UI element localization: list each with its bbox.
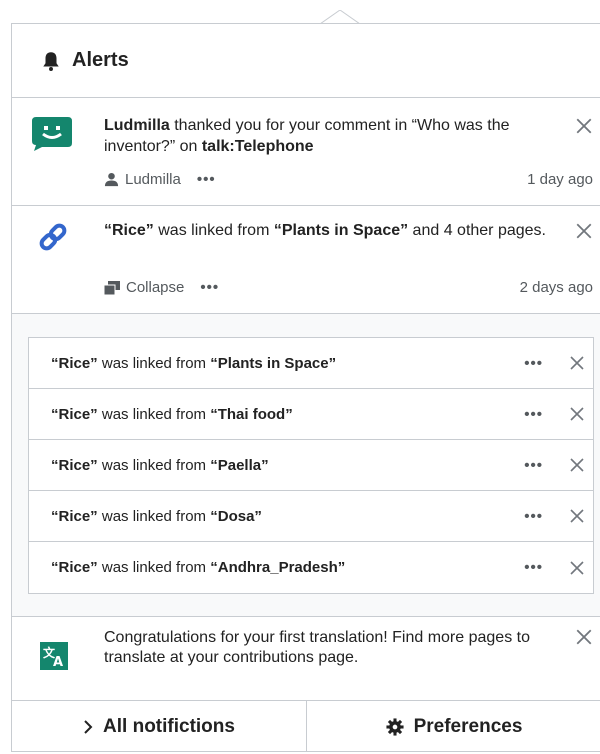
source-link[interactable]: “Paella” bbox=[210, 457, 268, 474]
svg-text:A: A bbox=[53, 655, 63, 670]
subject-link[interactable]: “Rice” bbox=[104, 222, 154, 239]
source-link[interactable]: “Plants in Space” bbox=[274, 222, 408, 239]
gear-icon bbox=[386, 717, 404, 736]
list-item-message: was linked from bbox=[97, 507, 211, 525]
close-icon[interactable] bbox=[575, 222, 593, 240]
list-item-text: “Rice” was linked from “Andhra_Pradesh” bbox=[51, 559, 345, 576]
link-icon bbox=[39, 223, 67, 251]
notification-thanks[interactable]: Ludmilla thanked you for your comment in… bbox=[12, 99, 600, 206]
popup-footer: All notifictions Preferences bbox=[12, 700, 600, 752]
thanks-icon bbox=[32, 117, 72, 151]
meta-user-link[interactable]: Ludmilla bbox=[125, 171, 181, 188]
subject-link[interactable]: “Rice” bbox=[51, 559, 98, 576]
alerts-popup: Alerts Ludmilla thanked you for your com… bbox=[11, 23, 600, 752]
popup-header: Alerts bbox=[12, 24, 600, 98]
all-notifications-label: All notifictions bbox=[103, 715, 235, 737]
notification-translation[interactable]: 文 A Congratulations for your first trans… bbox=[12, 618, 600, 700]
bundle-expanded-area: “Rice” was linked from “Plants in Space”… bbox=[12, 314, 600, 617]
notification-text[interactable]: “Rice” was linked from “Plants in Space”… bbox=[104, 220, 557, 241]
more-menu-button[interactable]: ••• bbox=[524, 457, 543, 474]
close-icon[interactable] bbox=[569, 457, 585, 473]
list-item-text: “Rice” was linked from “Thai food” bbox=[51, 406, 293, 423]
notification-text[interactable]: Congratulations for your first translati… bbox=[104, 628, 557, 668]
more-menu-button[interactable]: ••• bbox=[524, 559, 543, 576]
close-icon[interactable] bbox=[569, 355, 585, 371]
close-icon[interactable] bbox=[569, 406, 585, 422]
bundle-sublist: “Rice” was linked from “Plants in Space”… bbox=[28, 337, 594, 594]
notification-text[interactable]: Ludmilla thanked you for your comment in… bbox=[104, 115, 557, 157]
subject-link[interactable]: “Rice” bbox=[51, 508, 98, 525]
source-link[interactable]: “Dosa” bbox=[210, 508, 262, 525]
user-icon bbox=[104, 172, 119, 187]
preferences-button[interactable]: Preferences bbox=[307, 701, 600, 752]
notification-message-end: and 4 other pages. bbox=[408, 222, 546, 239]
list-item[interactable]: “Rice” was linked from “Dosa” ••• bbox=[29, 491, 593, 542]
list-item-message: was linked from bbox=[97, 456, 211, 474]
more-menu-button[interactable]: ••• bbox=[524, 406, 543, 423]
notification-meta: Ludmilla ••• bbox=[104, 171, 216, 188]
list-item-text: “Rice” was linked from “Plants in Space” bbox=[51, 355, 336, 372]
source-link[interactable]: “Thai food” bbox=[210, 406, 293, 423]
close-icon[interactable] bbox=[575, 628, 593, 646]
list-item[interactable]: “Rice” was linked from “Thai food” ••• bbox=[29, 389, 593, 440]
actor-name[interactable]: Ludmilla bbox=[104, 117, 170, 134]
list-item-message: was linked from bbox=[97, 405, 211, 423]
more-menu-button[interactable]: ••• bbox=[200, 279, 219, 296]
subject-link[interactable]: “Rice” bbox=[51, 355, 98, 372]
list-item-message: was linked from bbox=[97, 559, 211, 576]
list-item-message: was linked from bbox=[97, 354, 211, 372]
more-menu-button[interactable]: ••• bbox=[524, 508, 543, 525]
close-icon[interactable] bbox=[569, 560, 585, 576]
subject-link[interactable]: “Rice” bbox=[51, 406, 98, 423]
list-item-text: “Rice” was linked from “Paella” bbox=[51, 457, 269, 474]
close-icon[interactable] bbox=[569, 508, 585, 524]
source-link[interactable]: “Plants in Space” bbox=[210, 355, 336, 372]
list-item[interactable]: “Rice” was linked from “Andhra_Pradesh” … bbox=[29, 542, 593, 593]
list-item[interactable]: “Rice” was linked from “Paella” ••• bbox=[29, 440, 593, 491]
notification-link-bundle[interactable]: “Rice” was linked from “Plants in Space”… bbox=[12, 206, 600, 314]
notification-timestamp: 2 days ago bbox=[519, 279, 593, 296]
page-title: Alerts bbox=[72, 49, 129, 71]
bell-icon bbox=[43, 51, 59, 71]
subject-link[interactable]: “Rice” bbox=[51, 457, 98, 474]
collapse-button[interactable]: Collapse bbox=[126, 279, 184, 296]
notification-message: was linked from bbox=[153, 222, 274, 239]
preferences-label: Preferences bbox=[413, 715, 523, 737]
source-link[interactable]: “Andhra_Pradesh” bbox=[210, 559, 345, 576]
notification-timestamp: 1 day ago bbox=[527, 171, 593, 188]
all-notifications-button[interactable]: All notifictions bbox=[12, 701, 307, 752]
list-item[interactable]: “Rice” was linked from “Plants in Space”… bbox=[29, 338, 593, 389]
list-item-text: “Rice” was linked from “Dosa” bbox=[51, 508, 262, 525]
translate-icon: 文 A bbox=[40, 642, 68, 670]
notification-meta: Collapse ••• bbox=[104, 279, 219, 296]
close-icon[interactable] bbox=[575, 117, 593, 135]
collapse-icon bbox=[104, 280, 120, 295]
chevron-right-icon bbox=[84, 719, 93, 734]
more-menu-button[interactable]: ••• bbox=[524, 355, 543, 372]
more-menu-button[interactable]: ••• bbox=[197, 171, 216, 188]
page-link[interactable]: talk:Telephone bbox=[202, 138, 314, 155]
